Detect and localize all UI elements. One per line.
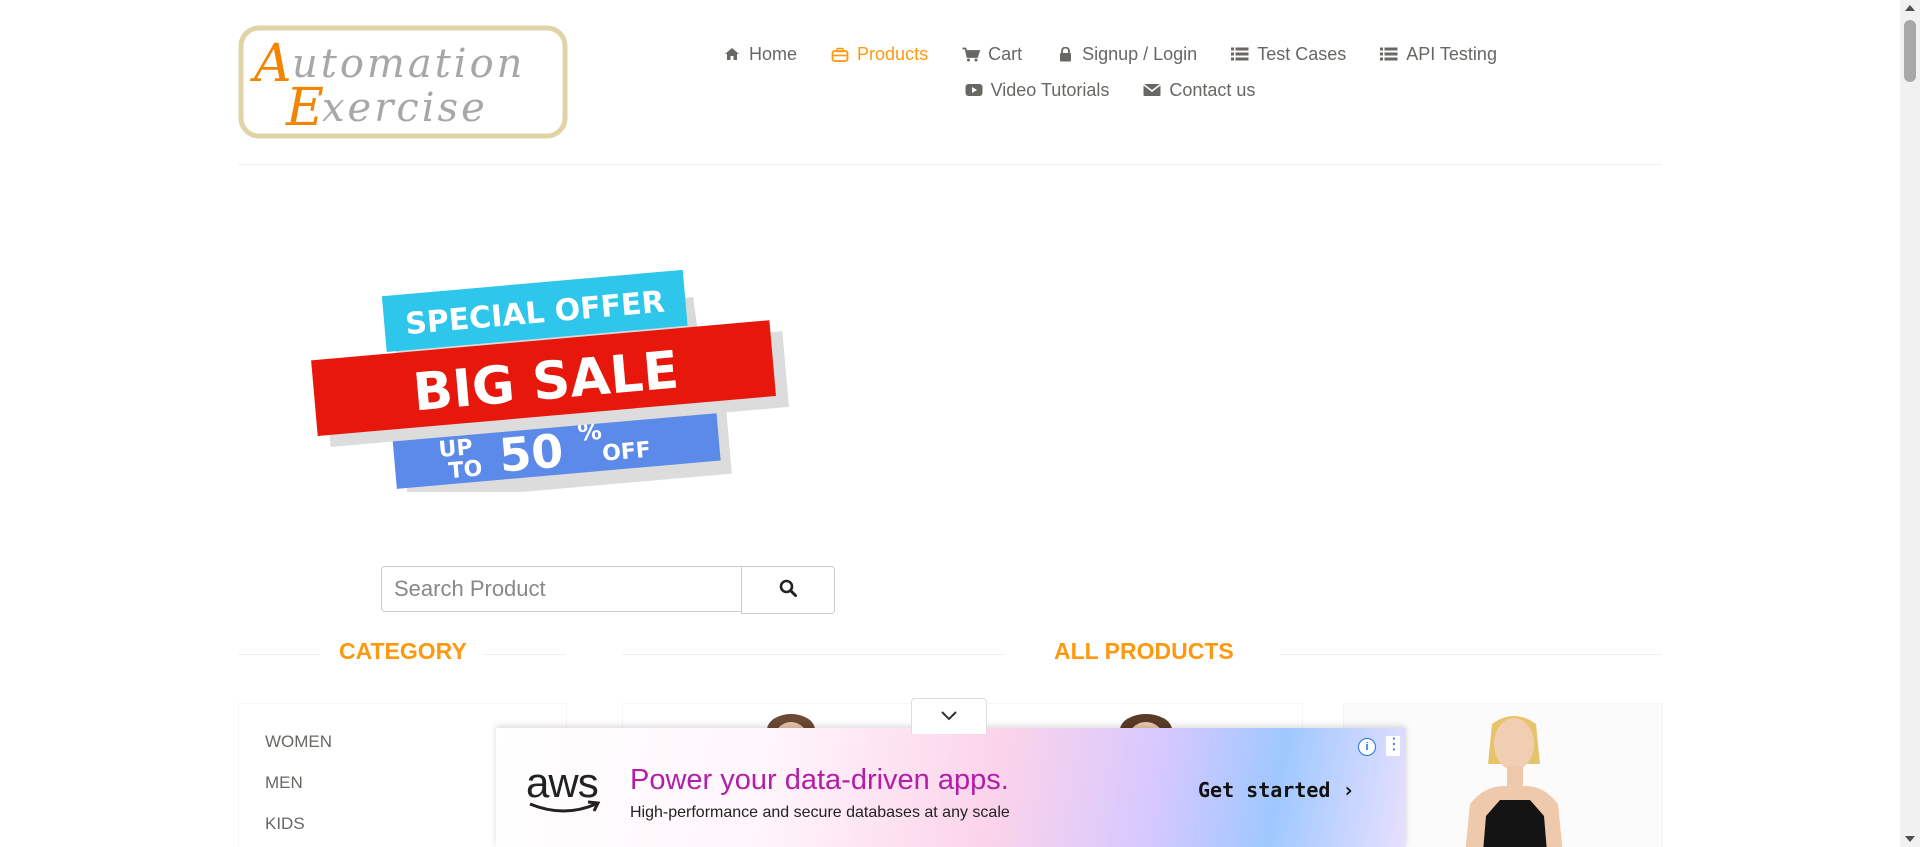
logo-letter-e: E (285, 78, 324, 138)
ad-menu-icon[interactable]: ⋮ (1386, 736, 1402, 756)
cart-icon (962, 45, 981, 63)
nav-cart[interactable]: Cart (962, 44, 1022, 65)
briefcase-icon (831, 45, 849, 63)
ad-title: Power your data-driven apps. (630, 764, 1009, 796)
nav-test-cases-label: Test Cases (1257, 43, 1347, 64)
scroll-up-arrow-icon[interactable] (1905, 5, 1915, 11)
envelope-icon (1143, 81, 1162, 99)
nav-home[interactable]: Home (723, 44, 797, 65)
logo-line1: utomation (292, 41, 525, 87)
nav-video-tutorials[interactable]: Video Tutorials (965, 79, 1110, 101)
nav-products-label: Products (857, 43, 929, 64)
header-divider (238, 164, 1662, 165)
ad-subtitle: High-performance and secure databases at… (630, 804, 1010, 821)
nav-contact-us[interactable]: Contact us (1143, 80, 1255, 101)
nav-cart-label: Cart (988, 43, 1023, 64)
aws-logo: aws (526, 762, 602, 816)
category-kids[interactable]: KIDS (265, 814, 305, 834)
nav-test-cases[interactable]: Test Cases (1231, 44, 1346, 65)
page-scrollbar[interactable] (1900, 0, 1920, 847)
site-logo[interactable]: A utomation E xercise (238, 25, 568, 139)
search-button[interactable] (741, 566, 835, 614)
nav-contact-us-label: Contact us (1169, 79, 1256, 100)
category-rule-right (484, 654, 566, 655)
scrollbar-thumb[interactable] (1904, 20, 1916, 82)
ad-get-started-link[interactable]: Get started › (1198, 778, 1355, 802)
logo-line2: xercise (322, 85, 488, 131)
nav-products[interactable]: Products (831, 44, 928, 65)
lock-icon (1056, 45, 1074, 63)
banner-percent: 50 (497, 423, 565, 482)
nav-video-tutorials-label: Video Tutorials (990, 79, 1110, 100)
products-rule-left (622, 654, 1004, 655)
list-icon (1380, 45, 1398, 63)
category-rule-left (238, 654, 320, 655)
products-rule-right (1280, 654, 1662, 655)
page: A utomation E xercise Home Products Cart… (0, 0, 1900, 847)
nav-signup-login[interactable]: Signup / Login (1056, 44, 1197, 65)
list-icon (1231, 45, 1249, 63)
ad-collapse-toggle[interactable] (911, 698, 987, 734)
youtube-icon (965, 81, 983, 99)
scroll-down-arrow-icon[interactable] (1905, 836, 1915, 842)
all-products-title: ALL PRODUCTS (1054, 638, 1234, 664)
aws-ad-banner[interactable]: aws Power your data-driven apps. High-pe… (496, 728, 1406, 847)
search-input[interactable] (381, 566, 741, 612)
ad-info-icon[interactable]: i (1358, 738, 1376, 756)
nav-api-testing-label: API Testing (1406, 43, 1497, 64)
sale-banner: SPECIAL OFFER UP TO 50 % OFF BIG SALE (305, 262, 805, 502)
nav-api-testing[interactable]: API Testing (1380, 44, 1497, 65)
home-icon (723, 45, 741, 63)
category-men[interactable]: MEN (265, 773, 303, 793)
search-icon (779, 579, 797, 602)
category-title: CATEGORY (339, 638, 467, 664)
sale-banner-graphic: SPECIAL OFFER UP TO 50 % OFF BIG SALE (311, 269, 789, 502)
nav-row-1: Home Products Cart Signup / Login Test C… (700, 36, 1520, 72)
banner-to: TO (448, 456, 484, 484)
nav-signup-login-label: Signup / Login (1082, 43, 1198, 64)
logo-graphic: A utomation E xercise (238, 25, 568, 139)
chevron-down-icon (940, 708, 958, 726)
category-women[interactable]: WOMEN (265, 732, 332, 752)
aws-logo-text: aws (526, 759, 599, 806)
product-search (381, 566, 835, 614)
banner-off: OFF (601, 438, 652, 467)
nav-row-2: Video Tutorials Contact us (700, 72, 1520, 108)
nav-home-label: Home (749, 43, 798, 64)
main-nav: Home Products Cart Signup / Login Test C… (700, 36, 1520, 108)
